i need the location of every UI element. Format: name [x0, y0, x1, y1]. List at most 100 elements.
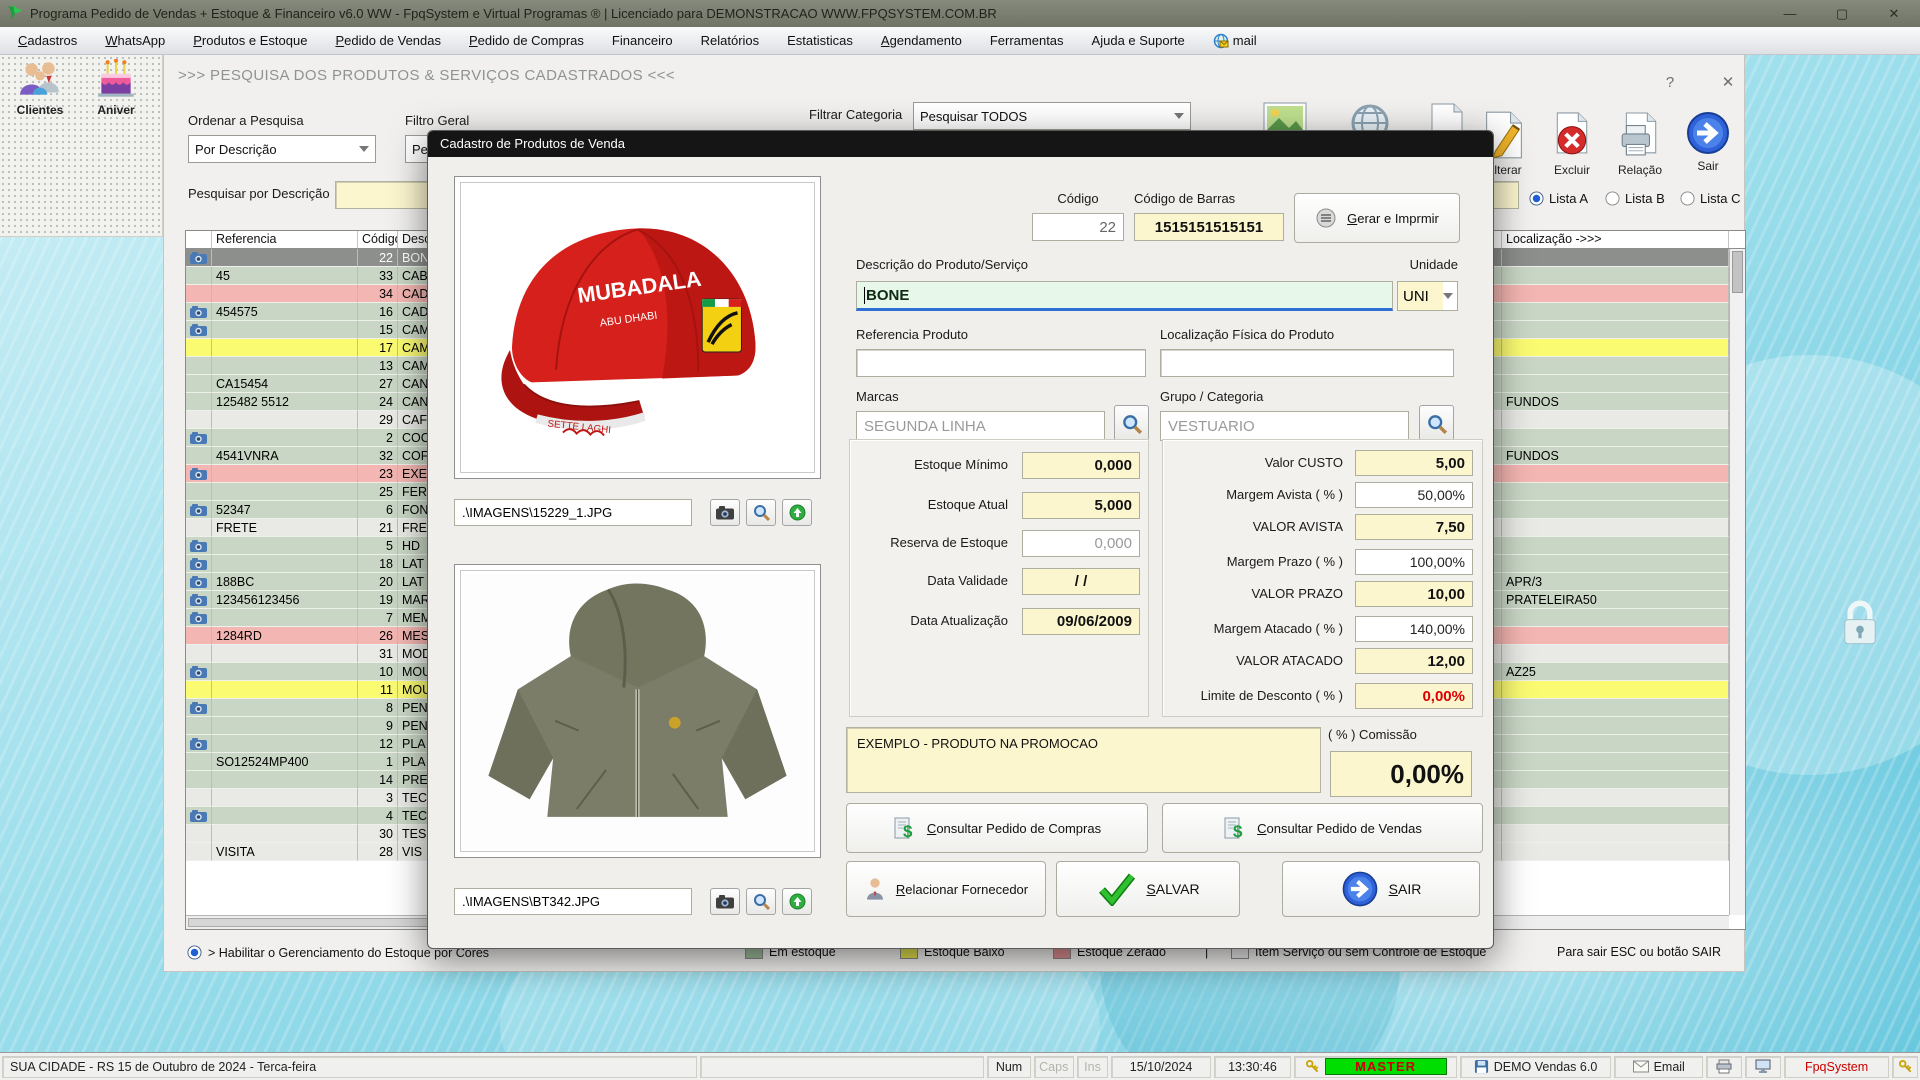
panel-close-button[interactable]: ✕ [1715, 71, 1741, 95]
image1-path-field[interactable]: .\IMAGENS\15229_1.JPG [454, 499, 692, 526]
status-printer[interactable] [1706, 1056, 1742, 1078]
estoque-m-nimo-field[interactable]: 0,000 [1022, 452, 1140, 479]
filtrar-categoria-select[interactable]: Pesquisar TODOS [913, 102, 1191, 130]
status-email[interactable]: Email [1614, 1056, 1703, 1078]
gerar-imprimir-label: Gerar e Imprmir [1347, 211, 1439, 226]
menu-item-mail[interactable]: mail [1199, 27, 1271, 55]
menu-item-cadastros[interactable]: Cadastros [4, 27, 91, 55]
valor-avista-field[interactable]: 7,50 [1355, 514, 1473, 540]
image1-upload-button[interactable] [782, 499, 812, 526]
status-ins[interactable]: Ins [1077, 1056, 1109, 1078]
grupo-categoria-field[interactable]: VESTUARIO [1160, 411, 1409, 441]
image2-capture-button[interactable] [710, 888, 740, 915]
localizacao-fisica-field[interactable] [1160, 349, 1454, 377]
menu-item-produtos-e-estoque[interactable]: Produtos e Estoque [179, 27, 321, 55]
estoque-atual-field[interactable]: 5,000 [1022, 492, 1140, 519]
row-referencia-cell [212, 771, 358, 789]
reserva-de-estoque-label: Reserva de Estoque [858, 535, 1008, 550]
status-master[interactable]: MASTER [1294, 1056, 1457, 1078]
radio-lista-a[interactable]: Lista A [1529, 191, 1588, 206]
menu-item-ajuda-e-suporte[interactable]: Ajuda e Suporte [1078, 27, 1199, 55]
maximize-button[interactable]: ▢ [1816, 0, 1868, 27]
vertical-scrollbar[interactable] [1729, 249, 1745, 915]
codigo-field[interactable]: 22 [1032, 213, 1124, 241]
magnifier-icon [1427, 414, 1447, 434]
menu-item-agendamento[interactable]: Agendamento [867, 27, 976, 55]
help-button[interactable]: ? [1657, 71, 1683, 95]
close-button[interactable]: ✕ [1868, 0, 1920, 27]
marcas-field[interactable]: SEGUNDA LINHA [856, 411, 1105, 441]
gerar-imprimir-button[interactable]: Gerar e Imprmir [1294, 193, 1460, 243]
valor-atacado-field[interactable]: 12,00 [1355, 648, 1473, 674]
menu-item-financeiro[interactable]: Financeiro [598, 27, 687, 55]
row-referencia-cell: 454575 [212, 303, 358, 321]
promo-box[interactable]: EXEMPLO - PRODUTO NA PROMOCAO [846, 727, 1321, 793]
referencia-produto-field[interactable] [856, 349, 1146, 377]
radio-lista-c[interactable]: Lista C [1680, 191, 1740, 206]
menu-item-estatisticas[interactable]: Estatisticas [773, 27, 867, 55]
camera-icon [190, 594, 207, 606]
salvar-button[interactable]: SALVAR [1056, 861, 1240, 917]
relacao-button[interactable]: Relação [1605, 110, 1675, 177]
margem-atacado--field[interactable]: 140,00% [1355, 616, 1473, 642]
limite-de-desconto--field[interactable]: 0,00% [1355, 683, 1473, 709]
row-localizacao-cell [1502, 267, 1729, 285]
status-key[interactable] [1892, 1056, 1918, 1078]
consultar-vendas-button[interactable]: $ Consultar Pedido de Vendas [1162, 803, 1483, 853]
menu-item-whatsapp[interactable]: WhatsApp [91, 27, 179, 55]
comissao-field[interactable]: 0,00% [1330, 751, 1472, 797]
reserva-de-estoque-field[interactable]: 0,000 [1022, 530, 1140, 557]
aniver-button[interactable]: Aniver [80, 59, 152, 135]
status-location[interactable]: SUA CIDADE - RS 15 de Outubro de 2024 - … [2, 1056, 697, 1078]
image1-capture-button[interactable] [710, 499, 740, 526]
clientes-button[interactable]: Clientes [4, 59, 76, 135]
descricao-field[interactable]: BONE [856, 281, 1393, 311]
data-validade-field[interactable]: / / [1022, 568, 1140, 595]
minimize-button[interactable]: — [1764, 0, 1816, 27]
image2-zoom-button[interactable] [746, 888, 776, 915]
modal-sair-button[interactable]: SAIR [1282, 861, 1480, 917]
valor-prazo-field[interactable]: 10,00 [1355, 581, 1473, 607]
margem-prazo--field[interactable]: 100,00% [1355, 549, 1473, 575]
row-referencia-cell [212, 699, 358, 717]
status-empty[interactable] [700, 1056, 984, 1078]
row-camera-cell [186, 483, 212, 501]
margem-avista--field[interactable]: 50,00% [1355, 482, 1473, 508]
status-time[interactable]: 13:30:46 [1214, 1056, 1291, 1078]
modal-title-bar[interactable]: Cadastro de Produtos de Venda [428, 131, 1493, 157]
status-date[interactable]: 15/10/2024 [1111, 1056, 1210, 1078]
menu-item-ferramentas[interactable]: Ferramentas [976, 27, 1078, 55]
check-icon [1096, 872, 1136, 906]
row-localizacao-cell: FUNDOS [1502, 393, 1729, 411]
marcas-search-button[interactable] [1114, 405, 1149, 442]
status-network[interactable] [1745, 1056, 1781, 1078]
unidade-select[interactable]: UNI [1397, 281, 1458, 311]
grupo-search-button[interactable] [1419, 405, 1454, 442]
codigo-barras-field[interactable]: 1515151515151 [1134, 213, 1284, 241]
ordenar-select[interactable]: Por Descrição [188, 135, 376, 163]
menu-item-pedido-de-compras[interactable]: Pedido de Compras [455, 27, 598, 55]
sair-button[interactable]: Sair [1677, 110, 1739, 173]
aniver-label: Aniver [97, 103, 134, 117]
data-validade-label: Data Validade [858, 573, 1008, 588]
menu-item-relat-rios[interactable]: Relatórios [687, 27, 774, 55]
status-caps[interactable]: Caps [1034, 1056, 1074, 1078]
row-referencia-cell [212, 465, 358, 483]
image2-path-field[interactable]: .\IMAGENS\BT342.JPG [454, 888, 692, 915]
codigo-header: Código [358, 231, 398, 248]
consultar-compras-button[interactable]: $ Consultar Pedido de Compras [846, 803, 1148, 853]
radio-icon [1680, 191, 1695, 206]
excluir-button[interactable]: Excluir [1541, 110, 1603, 177]
relacionar-fornecedor-button[interactable]: Relacionar Fornecedor [846, 861, 1046, 917]
data-atualiza-o-field[interactable]: 09/06/2009 [1022, 608, 1140, 635]
status-num[interactable]: Num [987, 1056, 1031, 1078]
radio-lista-b[interactable]: Lista B [1605, 191, 1665, 206]
status-brand[interactable]: FpqSystem [1784, 1056, 1889, 1078]
row-localizacao-cell [1502, 735, 1729, 753]
image2-upload-button[interactable] [782, 888, 812, 915]
row-referencia-cell [212, 249, 358, 267]
valor-custo-field[interactable]: 5,00 [1355, 450, 1473, 476]
image1-zoom-button[interactable] [746, 499, 776, 526]
menu-item-pedido-de-vendas[interactable]: Pedido de Vendas [321, 27, 455, 55]
status-system[interactable]: DEMO Vendas 6.0 [1460, 1056, 1611, 1078]
